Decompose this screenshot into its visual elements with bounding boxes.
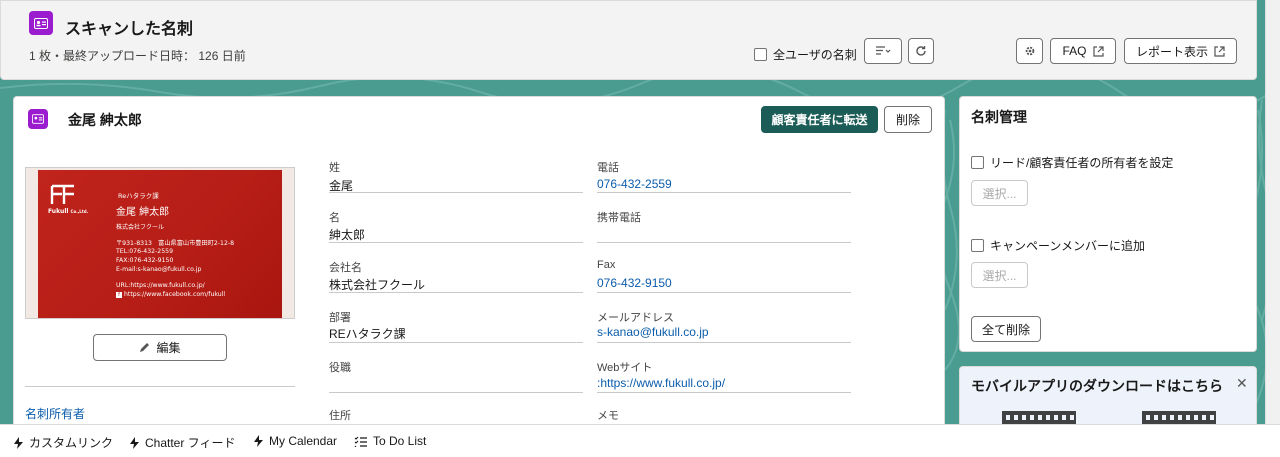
business-card-object-icon xyxy=(29,11,53,35)
field-underline xyxy=(597,292,851,293)
utility-item-todo[interactable]: To Do List xyxy=(354,434,426,448)
sort-icon xyxy=(876,46,891,55)
add-campaign-option[interactable]: キャンペーンメンバーに追加 xyxy=(971,237,1145,254)
field-value-department: REハタラク課 xyxy=(329,327,406,341)
all-users-checkbox[interactable] xyxy=(754,48,767,61)
utility-item-calendar[interactable]: My Calendar xyxy=(254,434,337,448)
field-label-title: 役職 xyxy=(329,362,351,374)
gear-icon xyxy=(1025,46,1034,56)
business-card-front: Fukull Co.,Ltd. Reハタラク課 金尾 紳太郎 株式会社フクール … xyxy=(38,170,282,318)
set-owner-label: リード/顧客責任者の所有者を設定 xyxy=(990,156,1174,170)
card-email: E-mail:s-kanao@fukull.co.jp xyxy=(116,266,202,273)
owner-select-button[interactable]: 選択... xyxy=(971,180,1028,206)
contact-icon xyxy=(28,109,48,129)
card-management-panel: 名刺管理 リード/顧客責任者の所有者を設定 選択... キャンペーンメンバーに追… xyxy=(959,96,1257,352)
field-value-first-name: 紳太郎 xyxy=(329,228,366,242)
field-label-mobile: 携帯電話 xyxy=(597,212,641,224)
field-label-company: 会社名 xyxy=(329,262,362,274)
card-tel: TEL:076-432-2559 xyxy=(116,248,174,255)
panel-title: 名刺管理 xyxy=(971,109,1027,125)
utility-item-label: カスタムリンク xyxy=(29,436,114,450)
campaign-select-button[interactable]: 選択... xyxy=(971,262,1028,288)
set-owner-checkbox[interactable] xyxy=(971,156,984,169)
field-value-email[interactable]: s-kanao@fukull.co.jp xyxy=(597,325,709,339)
utility-item-chatter[interactable]: Chatter フィード xyxy=(130,434,235,451)
report-button[interactable]: レポート表示 xyxy=(1124,38,1237,64)
mobile-panel-title: モバイルアプリのダウンロードはこちら xyxy=(971,378,1223,394)
pencil-icon xyxy=(140,343,150,352)
card-name: 金尾 紳太郎 xyxy=(116,207,170,218)
edit-label: 編集 xyxy=(156,341,181,355)
company-logo-text: Fukull Co.,Ltd. xyxy=(48,208,89,215)
settings-button[interactable] xyxy=(1016,38,1043,64)
card-company: 株式会社フクール xyxy=(116,224,165,231)
page-subtitle: 1 枚・最終アップロード日時： 126 日前 xyxy=(29,49,246,63)
delete-button[interactable]: 削除 xyxy=(884,106,932,133)
forward-to-owner-button[interactable]: 顧客責任者に転送 xyxy=(761,106,878,133)
report-label: レポート表示 xyxy=(1135,44,1208,59)
field-value-company: 株式会社フクール xyxy=(329,278,426,292)
all-users-label: 全ユーザの名刺 xyxy=(773,48,857,62)
field-underline xyxy=(329,392,583,393)
faq-label: FAQ xyxy=(1062,44,1087,58)
field-underline xyxy=(597,192,851,193)
field-label-last-name: 姓 xyxy=(329,162,340,174)
record-name: 金尾 紳太郎 xyxy=(68,112,142,128)
field-label-email: メールアドレス xyxy=(597,312,674,324)
add-campaign-label: キャンペーンメンバーに追加 xyxy=(990,239,1146,253)
card-department: Reハタラク課 xyxy=(118,192,159,200)
external-link-icon xyxy=(1214,45,1225,57)
utility-item-label: My Calendar xyxy=(269,434,338,448)
field-value-phone[interactable]: 076-432-2559 xyxy=(597,177,672,191)
field-value-website[interactable]: :https://www.fukull.co.jp/ xyxy=(597,376,725,390)
field-value-fax[interactable]: 076-432-9150 xyxy=(597,276,672,290)
field-label-department: 部署 xyxy=(329,312,351,324)
lightning-icon xyxy=(130,436,139,449)
field-label-memo: メモ xyxy=(597,410,619,422)
divider xyxy=(25,386,295,387)
page-title: スキャンした名刺 xyxy=(65,21,194,38)
add-campaign-checkbox[interactable] xyxy=(971,239,984,252)
utility-item-custom-links[interactable]: カスタムリンク xyxy=(14,434,113,451)
field-label-website: Webサイト xyxy=(597,362,653,374)
field-underline xyxy=(329,242,583,243)
company-logo-icon xyxy=(50,184,74,204)
lightning-icon xyxy=(14,436,23,449)
field-underline xyxy=(597,342,851,343)
field-label-address: 住所 xyxy=(329,410,351,422)
refresh-button[interactable] xyxy=(908,38,934,64)
card-owner-link[interactable]: 名刺所有者 xyxy=(25,405,85,422)
set-owner-option[interactable]: リード/顧客責任者の所有者を設定 xyxy=(971,154,1173,171)
lightning-icon xyxy=(254,435,263,447)
card-url: URL:https://www.fukull.co.jp/ xyxy=(116,282,205,289)
task-list-icon xyxy=(354,436,367,447)
delete-all-button[interactable]: 全て削除 xyxy=(971,316,1041,342)
page-header: スキャンした名刺 1 枚・最終アップロード日時： 126 日前 全ユーザの名刺 … xyxy=(0,0,1257,80)
utility-bar: カスタムリンク Chatter フィード My Calendar To Do L… xyxy=(0,424,1280,457)
all-users-toggle[interactable]: 全ユーザの名刺 xyxy=(754,46,857,63)
field-underline xyxy=(329,342,583,343)
card-fax: FAX:076-432-9150 xyxy=(116,257,174,264)
page-scrollbar[interactable] xyxy=(1265,0,1280,424)
field-label-first-name: 名 xyxy=(329,212,340,224)
record-detail-card: 金尾 紳太郎 顧客責任者に転送 削除 Fukull Co.,Ltd. Reハタラ… xyxy=(13,96,945,436)
utility-item-label: To Do List xyxy=(373,434,427,448)
card-address: 〒931-8313 富山県富山市豊田町2-12-8 xyxy=(116,240,235,247)
faq-button[interactable]: FAQ xyxy=(1050,38,1116,64)
refresh-icon xyxy=(916,46,926,56)
card-facebook: f https://www.facebook.com/fukull xyxy=(116,291,225,298)
facebook-icon: f xyxy=(116,291,122,298)
field-underline xyxy=(329,192,583,193)
external-link-icon xyxy=(1092,45,1104,57)
sort-menu-button[interactable] xyxy=(864,38,902,64)
utility-item-label: Chatter フィード xyxy=(145,436,236,450)
business-card-image: Fukull Co.,Ltd. Reハタラク課 金尾 紳太郎 株式会社フクール … xyxy=(25,167,295,319)
field-label-phone: 電話 xyxy=(597,162,619,174)
field-underline xyxy=(597,242,851,243)
field-underline xyxy=(597,392,851,393)
field-label-fax: Fax xyxy=(597,259,616,271)
edit-button[interactable]: 編集 xyxy=(93,334,227,361)
close-icon[interactable]: ✕ xyxy=(1236,375,1248,392)
field-underline xyxy=(329,292,583,293)
